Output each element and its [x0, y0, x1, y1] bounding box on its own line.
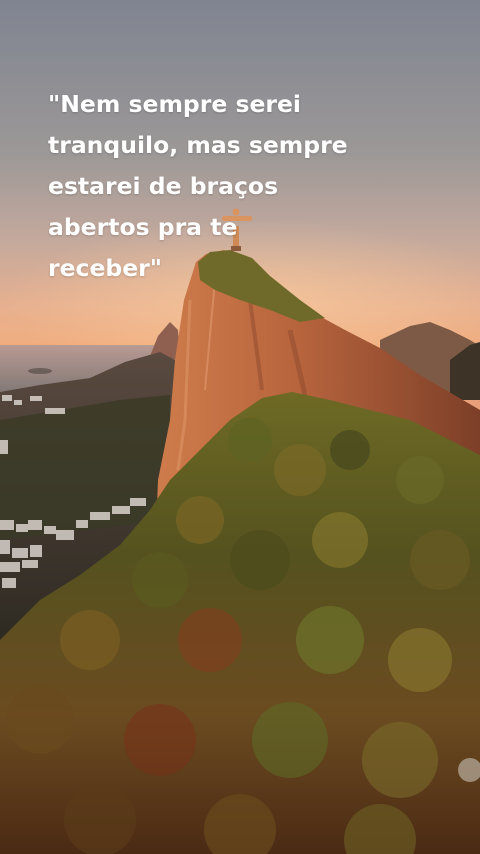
photo-background: "Nem sempre serei tranquilo, mas sempre …	[0, 0, 480, 854]
quote-text: "Nem sempre serei tranquilo, mas sempre …	[48, 90, 348, 282]
